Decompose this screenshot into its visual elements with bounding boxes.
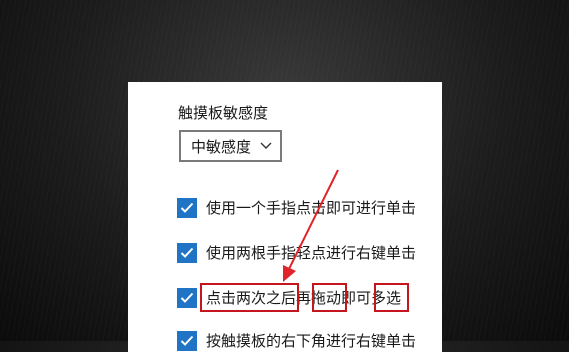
checkbox-bottom-right-corner[interactable] — [177, 331, 197, 351]
chevron-down-icon — [260, 142, 272, 149]
sensitivity-dropdown-value: 中敏感度 — [191, 137, 252, 156]
checkbox-row-two-finger-right-click[interactable]: 使用两根手指轻点进行右键单击 — [177, 242, 416, 264]
annotation-box-drag — [312, 283, 347, 312]
checkbox-label-single-tap: 使用一个手指点击即可进行单击 — [206, 199, 417, 217]
checkmark-icon — [180, 292, 194, 303]
annotation-box-tap-twice — [200, 283, 299, 312]
checkbox-two-finger-right-click[interactable] — [177, 243, 197, 263]
checkbox-double-tap-drag[interactable] — [177, 288, 197, 308]
checkmark-icon — [180, 247, 194, 258]
sensitivity-label: 触摸板敏感度 — [178, 104, 269, 122]
annotation-box-multiselect — [374, 283, 409, 312]
checkmark-icon — [180, 202, 194, 213]
checkbox-label-bottom-right-corner: 按触摸板的右下角进行右键单击 — [206, 332, 417, 350]
checkmark-icon — [180, 335, 194, 346]
checkbox-single-tap[interactable] — [177, 198, 197, 218]
sensitivity-dropdown[interactable]: 中敏感度 — [179, 130, 282, 162]
checkbox-row-bottom-right-corner[interactable]: 按触摸板的右下角进行右键单击 — [177, 330, 416, 352]
checkbox-label-two-finger-right-click: 使用两根手指轻点进行右键单击 — [206, 244, 417, 262]
checkbox-row-single-tap[interactable]: 使用一个手指点击即可进行单击 — [177, 197, 416, 219]
